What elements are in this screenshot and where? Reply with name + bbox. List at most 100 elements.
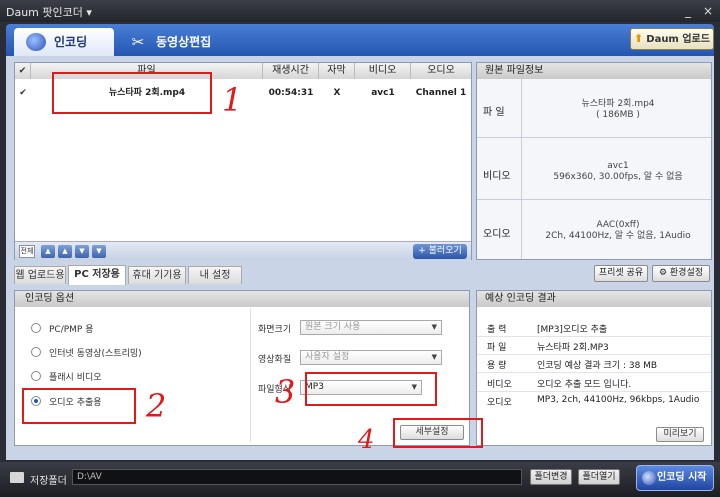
orig-audio-codec: AAC(0xff) [596,220,640,230]
radio-flash-video-label[interactable]: 플래시 비디오 [49,370,102,383]
row-checkbox[interactable]: ✔ [15,85,31,101]
result-size-value: 인코딩 예상 결과 크기 : 38 MB [537,361,658,371]
radio-streaming-label[interactable]: 인터넷 동영상(스트리밍) [49,346,142,359]
result-row-divider [477,336,711,337]
radio-pc-pmp[interactable] [31,323,41,333]
tab-video-edit[interactable]: ✂ 동영상편집 [116,28,226,56]
daum-upload-button[interactable]: ⬆ Daum 업로드 [630,28,714,50]
options-divider [250,308,251,442]
chevron-down-icon: ▼ [431,353,437,361]
column-header-audio[interactable]: 오디오 [411,63,471,79]
video-quality-label: 영상화질 [258,355,292,365]
annotation-number-2: 2 [146,387,167,425]
original-info-divider [521,79,522,259]
orig-file-size: ( 186MB ) [596,110,640,120]
original-info-title: 원본 파일정보 [477,63,711,79]
annotation-number-1: 1 [222,81,243,119]
subtab-pc-save[interactable]: PC 저장용 [68,265,126,285]
subtab-mobile[interactable]: 휴대 기기용 [128,266,186,284]
screen-size-label: 화면크기 [258,325,292,335]
encoding-options-title: 인코딩 옵션 [15,291,469,307]
result-video-value: 오디오 추출 모드 입니다. [537,380,632,390]
column-header-subtitle[interactable]: 자막 [319,63,355,79]
result-video-label: 비디오 [487,380,512,390]
move-up-button[interactable]: ▲ [58,245,72,258]
expected-result-panel: 예상 인코딩 결과 출 력 [MP3]오디오 추출 파 일 뉴스타파 2회.MP… [476,290,712,446]
select-all-checkbox[interactable]: ✔ [15,63,31,79]
folder-icon [10,472,24,483]
annotation-box-2 [22,388,136,424]
result-row-divider [477,372,711,373]
subtab-my-settings[interactable]: 내 설정 [188,266,242,284]
film-scissors-icon: ✂ [131,33,145,51]
orig-row-divider [477,199,711,200]
gear-icon: ⚙ [658,268,668,278]
encoding-disc-icon [26,33,46,51]
change-folder-button[interactable]: 폴더변경 [530,469,572,485]
radio-pc-pmp-label[interactable]: PC/PMP 용 [49,322,94,335]
video-quality-select[interactable]: 사용자 설정 ▼ [300,350,442,365]
save-folder-label: 저장폴더 [30,476,67,487]
result-audio-label: 오디오 [487,398,512,408]
start-encoding-button[interactable]: 인코딩 시작 [636,465,714,491]
video-quality-value: 사용자 설정 [305,352,350,362]
start-encoding-label: 인코딩 시작 [657,472,707,483]
column-header-duration[interactable]: 재생시간 [263,63,319,79]
orig-audio-label: 오디오 [483,229,511,240]
result-row-divider [477,391,711,392]
title-bar: Daum 팟인코더 ▾ _ × [0,0,720,22]
tab-video-edit-label: 동영상편집 [156,35,212,49]
radio-flash-video[interactable] [31,371,41,381]
close-button[interactable]: × [700,3,716,19]
screen-size-select[interactable]: 원본 크기 사용 ▼ [300,320,442,335]
column-header-video[interactable]: 비디오 [355,63,411,79]
main-header: 인코딩 ✂ 동영상편집 ⬆ Daum 업로드 [6,24,714,56]
cell-video: avc1 [371,88,395,98]
move-bottom-button[interactable]: ▼ [92,245,106,258]
chevron-down-icon: ▼ [431,323,437,331]
result-size-label: 용 량 [487,361,507,371]
result-audio-value: MP3, 2ch, 44100Hz, 96kbps, 1Audio [537,395,700,405]
result-file-value: 뉴스타파 2회.MP3 [537,343,609,353]
annotation-box-4 [393,418,483,448]
select-all-button[interactable]: 전체 [19,245,35,258]
minimize-button[interactable]: _ [680,3,696,19]
settings-label: 환경설정 [669,268,704,278]
original-info-panel: 원본 파일정보 파 일 뉴스타파 2회.mp4 ( 186MB ) 비디오 av… [476,62,712,260]
move-top-button[interactable]: ▲ [41,245,55,258]
expected-result-title: 예상 인코딩 결과 [477,291,711,307]
orig-file-name: 뉴스타파 2회.mp4 [581,99,655,109]
file-table-footer: 전체 ▲ ▲ ▼ ▼ + 불러오기 [15,241,471,260]
radio-streaming[interactable] [31,347,41,357]
open-folder-button[interactable]: 폴더열기 [578,469,620,485]
tab-encoding-label: 인코딩 [54,35,88,49]
annotation-number-3: 3 [275,373,296,411]
settings-button[interactable]: ⚙ 환경설정 [652,265,710,282]
preset-share-button[interactable]: 프리셋 공유 [594,265,648,282]
import-button[interactable]: + 불러오기 [413,244,467,259]
window-title: Daum 팟인코더 ▾ [6,6,92,19]
orig-video-detail: 596x360, 30.00fps, 알 수 없음 [553,172,683,182]
annotation-box-1 [52,72,212,114]
upload-arrow-icon: ⬆ [634,32,644,45]
annotation-number-4: 4 [358,425,375,455]
orig-row-divider [477,137,711,138]
screen-size-value: 원본 크기 사용 [305,322,361,332]
result-file-label: 파 일 [487,343,507,353]
save-path-field[interactable]: D:\AV [72,469,522,485]
cell-subtitle: X [333,88,341,98]
result-row-divider [477,354,711,355]
orig-video-codec: avc1 [607,161,629,171]
cell-duration: 00:54:31 [268,88,314,98]
cell-audio: Channel 1 [415,88,467,98]
move-down-button[interactable]: ▼ [75,245,89,258]
subtab-web-upload[interactable]: 웹 업로드용 [14,266,66,284]
tab-encoding[interactable]: 인코딩 [14,28,114,56]
orig-video-label: 비디오 [483,171,511,182]
preview-button[interactable]: 미리보기 [656,427,704,442]
orig-file-label: 파 일 [483,107,505,118]
daum-upload-label: Daum 업로드 [646,34,710,45]
result-output-value: [MP3]오디오 추출 [537,325,608,335]
encoding-disc-icon [642,471,656,485]
orig-audio-detail: 2Ch, 44100Hz, 알 수 없음, 1Audio [545,231,691,241]
